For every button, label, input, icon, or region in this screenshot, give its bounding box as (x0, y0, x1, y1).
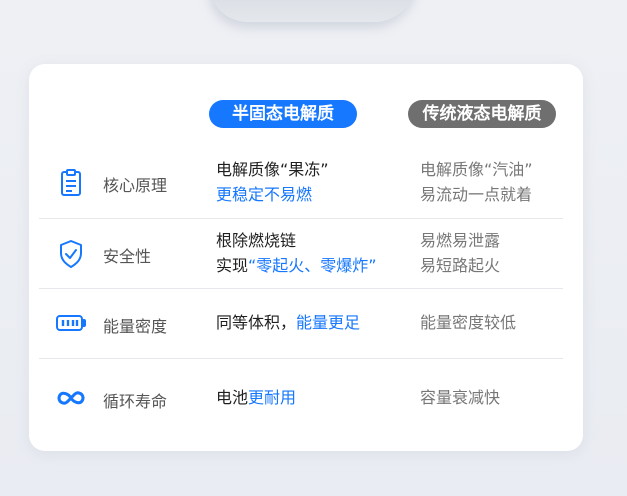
solid-line2-prefix: 实现 (216, 256, 249, 275)
liquid-line1: 易燃易泄露 (420, 231, 501, 250)
liquid-line2: 易流动一点就着 (420, 185, 533, 204)
solid-line2: 更稳定不易燃 (216, 185, 313, 204)
solid-line2-highlight: “零起火、零爆炸” (248, 256, 377, 275)
liquid-electrolyte-header: 传统液态电解质 (408, 100, 556, 128)
row-cycle-life: 循环寿命 电池更耐用 容量衰减快 (29, 358, 583, 443)
solid-prefix: 电池 (216, 388, 249, 407)
row-safety: 安全性 根除燃烧链 实现“零起火、零爆炸” 易燃易泄露 易短路起火 (29, 218, 583, 288)
solid-cell: 根除燃烧链 实现“零起火、零爆炸” (216, 228, 377, 278)
solid-highlight: 更耐用 (248, 388, 297, 407)
solid-line1: 电解质像“果冻” (216, 160, 329, 179)
decorative-top-shape (197, 0, 423, 22)
solid-line2: 实现“零起火、零爆炸” (216, 253, 377, 278)
solid-cell: 电池更耐用 (216, 385, 296, 410)
solid-cell: 同等体积，能量更足 (216, 310, 360, 335)
liquid-cell: 能量密度较低 (420, 313, 517, 332)
solid-line1: 根除燃烧链 (216, 231, 297, 250)
liquid-cell: 易燃易泄露 易短路起火 (420, 228, 500, 278)
row-energy-density: 能量密度 同等体积，能量更足 能量密度较低 (29, 288, 583, 358)
clipboard-icon (55, 167, 87, 199)
infinity-icon (55, 382, 87, 414)
solid-highlight: 能量更足 (296, 313, 361, 332)
liquid-cell: 电解质像“汽油” 易流动一点就着 (420, 157, 533, 207)
solid-cell: 电解质像“果冻” 更稳定不易燃 (216, 157, 329, 207)
category-label: 核心原理 (103, 176, 168, 195)
solid-electrolyte-header: 半固态电解质 (209, 100, 357, 128)
liquid-cell: 容量衰减快 (420, 388, 501, 407)
liquid-line2: 易短路起火 (420, 256, 501, 275)
row-core-principle: 核心原理 电解质像“果冻” 更稳定不易燃 电解质像“汽油” 易流动一点就着 (29, 148, 583, 218)
category-label: 安全性 (103, 247, 152, 266)
comparison-card: 半固态电解质 传统液态电解质 核心原理 电解质像“果冻” 更稳定不易燃 电解质像… (29, 64, 583, 451)
solid-prefix: 同等体积， (216, 313, 297, 332)
liquid-line1: 电解质像“汽油” (420, 160, 533, 179)
shield-check-icon (55, 238, 87, 270)
category-label: 能量密度 (103, 317, 168, 336)
battery-icon (55, 307, 87, 339)
category-label: 循环寿命 (103, 392, 168, 411)
